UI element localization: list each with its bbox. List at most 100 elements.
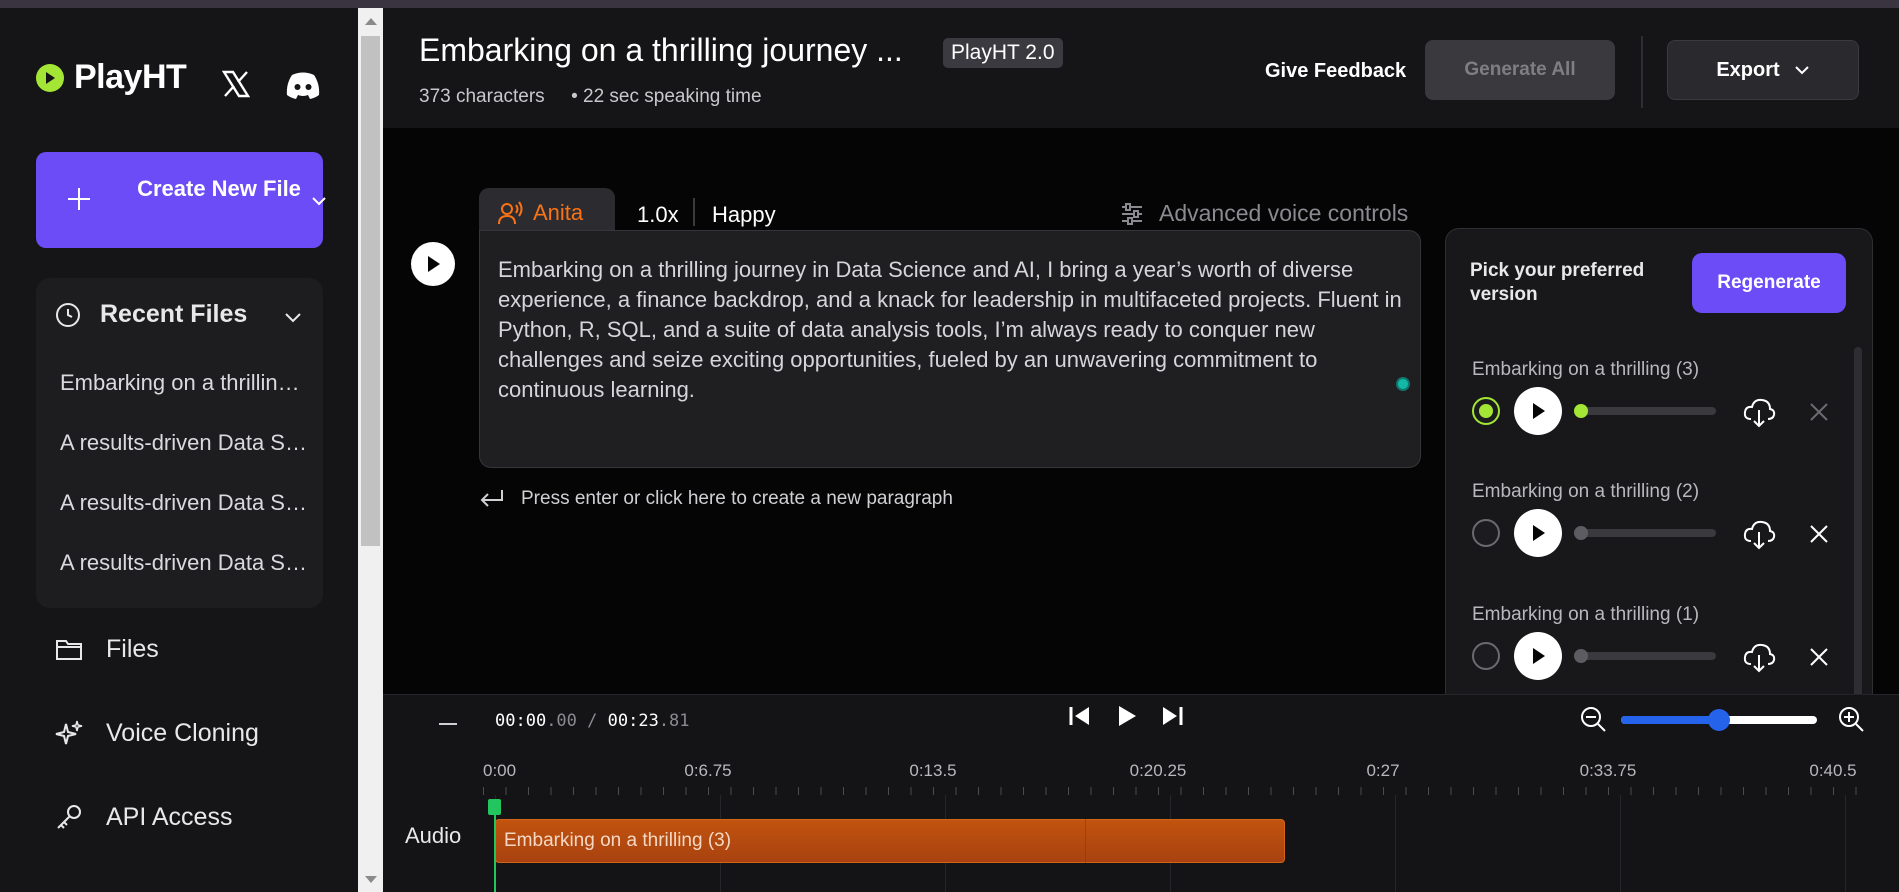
zoom-in-icon[interactable] <box>1837 705 1865 733</box>
paragraph-text-editor[interactable]: Embarking on a thrilling journey in Data… <box>479 230 1421 468</box>
playhead-handle[interactable] <box>488 799 501 815</box>
new-paragraph-hint[interactable]: Press enter or click here to create a ne… <box>479 488 953 510</box>
version-progress-track[interactable] <box>1574 526 1716 540</box>
ruler-minor-ticks <box>483 787 1863 795</box>
clock-icon <box>56 302 80 327</box>
document-header: Embarking on a thrilling journey ... Pla… <box>383 8 1899 128</box>
play-icon <box>1533 525 1545 541</box>
scroll-up-arrow-icon[interactable] <box>365 18 377 25</box>
play-version-button[interactable] <box>1514 632 1562 680</box>
recent-file-item[interactable]: Embarking on a thrilling journey in Data… <box>60 370 310 396</box>
play-icon <box>428 256 440 272</box>
create-new-file-label: Create New File <box>137 176 301 201</box>
emotion-selector[interactable]: Happy <box>712 202 776 228</box>
current-time-fraction: .00 <box>546 711 577 731</box>
scroll-down-arrow-icon[interactable] <box>365 876 377 883</box>
playhead[interactable] <box>494 803 496 892</box>
progress-knob[interactable] <box>1574 649 1588 663</box>
voice-name: Anita <box>533 200 584 225</box>
advanced-voice-controls-label: Advanced voice controls <box>1159 200 1409 226</box>
model-badge: PlayHT 2.0 <box>943 38 1063 68</box>
transport-controls <box>1067 703 1185 729</box>
recent-file-item[interactable]: A results-driven Data Scientist <box>60 430 310 456</box>
brand-logo[interactable]: PlayHT <box>36 58 187 97</box>
header-divider <box>1641 36 1643 108</box>
create-new-file-button[interactable]: Create New File <box>36 152 326 248</box>
close-icon[interactable] <box>1808 646 1830 668</box>
sidebar-item-api-access[interactable]: API Access <box>54 802 232 832</box>
speed-selector[interactable]: 1.0x <box>637 202 679 228</box>
version-radio[interactable] <box>1472 642 1500 670</box>
zoom-slider-fill <box>1621 716 1719 724</box>
export-button[interactable]: Export <box>1667 40 1859 100</box>
new-paragraph-label: Press enter or click here to create a ne… <box>521 488 953 509</box>
version-name: Embarking on a thrilling (2) <box>1472 481 1700 502</box>
sidebar-item-voice-cloning[interactable]: Voice Cloning <box>54 718 259 748</box>
sidebar: PlayHT Create New File Recent Files Emba… <box>0 8 358 892</box>
discord-icon[interactable] <box>284 70 322 100</box>
version-progress-track[interactable] <box>1574 404 1716 418</box>
scrollbar-thumb[interactable] <box>361 36 380 546</box>
page-scrollbar[interactable] <box>358 8 383 892</box>
total-time: 00:23 <box>607 711 659 731</box>
chevron-down-icon[interactable] <box>284 310 302 324</box>
version-list-scrollbar[interactable] <box>1854 347 1862 697</box>
tab-divider <box>693 198 695 226</box>
regenerate-button[interactable]: Regenerate <box>1692 253 1846 313</box>
give-feedback-link[interactable]: Give Feedback <box>1265 60 1406 83</box>
version-progress-track[interactable] <box>1574 649 1716 663</box>
progress-knob[interactable] <box>1574 526 1588 540</box>
audio-clip[interactable]: Embarking on a thrilling (3) <box>495 819 1285 863</box>
version-radio-selected[interactable] <box>1472 397 1500 425</box>
track-label: Audio <box>405 823 462 848</box>
timecode-display: 00:00.00 / 00:23.81 <box>495 711 690 731</box>
speaking-time: • 22 sec speaking time <box>571 86 762 107</box>
close-icon[interactable] <box>1808 523 1830 545</box>
recent-file-item[interactable]: A results-driven Data Scientist <box>60 490 310 516</box>
plus-icon <box>64 184 94 214</box>
collapse-timeline-icon[interactable] <box>439 723 457 725</box>
cloud-download-icon[interactable] <box>1742 640 1776 674</box>
close-icon[interactable] <box>1808 401 1830 423</box>
ruler-tick-label: 0:40.5 <box>1809 761 1857 780</box>
play-version-button[interactable] <box>1514 387 1562 435</box>
recent-files-panel: Recent Files Embarking on a thrilling jo… <box>36 278 323 608</box>
x-twitter-icon[interactable] <box>220 68 252 100</box>
audio-clip-label: Embarking on a thrilling (3) <box>504 830 732 851</box>
total-time-fraction: .81 <box>658 711 690 731</box>
document-title[interactable]: Embarking on a thrilling journey ... <box>419 32 903 69</box>
recent-file-item[interactable]: A results-driven Data Scientist <box>60 550 310 576</box>
zoom-slider-knob[interactable] <box>1708 709 1730 731</box>
chevron-down-icon[interactable] <box>310 192 328 210</box>
progress-knob[interactable] <box>1574 404 1588 418</box>
version-radio[interactable] <box>1472 519 1500 547</box>
sidebar-item-files[interactable]: Files <box>54 634 159 664</box>
skip-back-icon[interactable] <box>1067 703 1093 729</box>
version-item: Embarking on a thrilling (2) <box>1472 481 1842 581</box>
skip-forward-icon[interactable] <box>1159 703 1185 729</box>
advanced-voice-controls-button[interactable]: Advanced voice controls <box>1119 200 1408 227</box>
play-version-button[interactable] <box>1514 509 1562 557</box>
zoom-out-icon[interactable] <box>1579 705 1607 733</box>
cloud-download-icon[interactable] <box>1742 395 1776 429</box>
paragraph-text: Embarking on a thrilling journey in Data… <box>498 257 1402 402</box>
play-icon[interactable] <box>1113 703 1139 729</box>
version-name: Embarking on a thrilling (1) <box>1472 604 1700 625</box>
generate-all-button[interactable]: Generate All <box>1425 40 1615 100</box>
sidebar-item-label: Files <box>106 634 159 663</box>
zoom-slider[interactable] <box>1621 709 1817 731</box>
clip-gridline <box>1085 819 1086 863</box>
recent-files-header[interactable]: Recent Files <box>54 300 247 329</box>
document-stats: 373 characters • 22 sec speaking time <box>419 86 762 108</box>
sliders-icon <box>1122 202 1142 225</box>
ruler-tick-label: 0:27 <box>1366 761 1400 780</box>
ruler-tick-label: 0:13.5 <box>909 761 957 780</box>
play-paragraph-button[interactable] <box>411 242 455 286</box>
ruler-tick-label: 0:6.75 <box>684 761 732 780</box>
window-top-bar <box>0 0 1899 8</box>
key-icon <box>57 805 81 829</box>
cloud-download-icon[interactable] <box>1742 517 1776 551</box>
folder-icon <box>56 640 82 660</box>
export-label: Export <box>1716 58 1780 81</box>
sparkle-icon <box>55 720 83 745</box>
